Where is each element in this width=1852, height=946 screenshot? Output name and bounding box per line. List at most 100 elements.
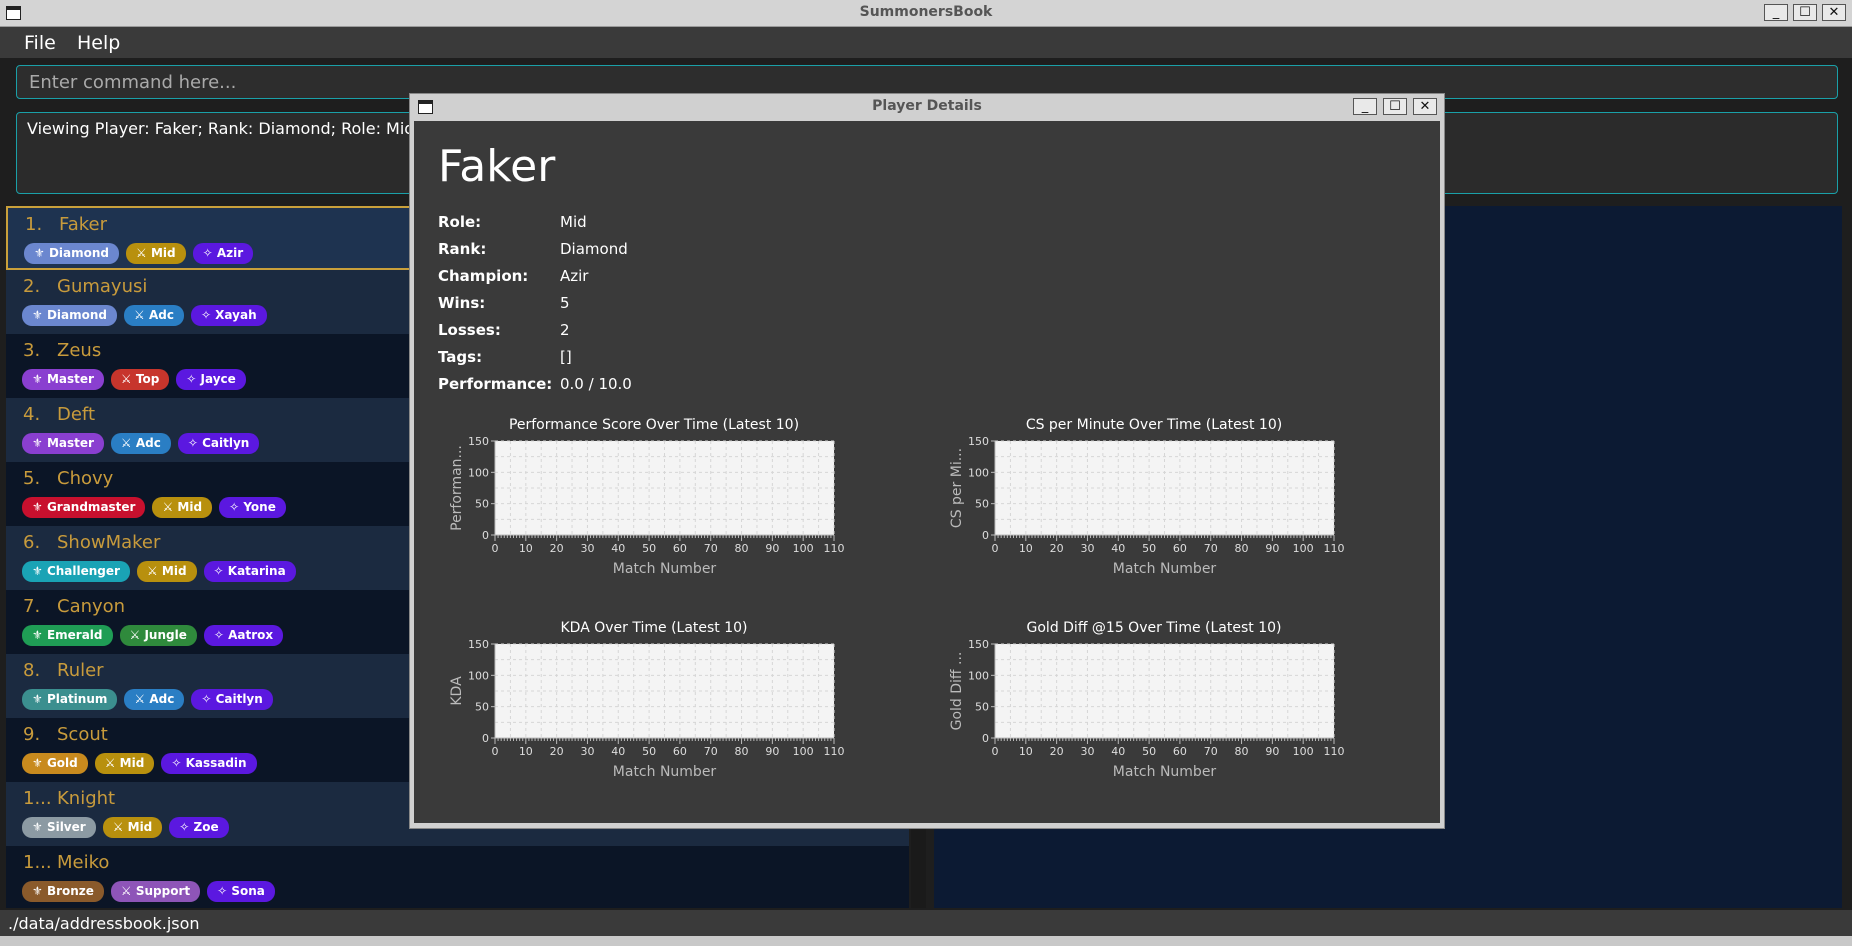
chart-plot: 0 10 20 30 40 50 60 70 80 90 100 110 0 50 100 150 Match … bbox=[949, 638, 1345, 780]
role-tag-label: Support bbox=[135, 884, 191, 898]
player-name: Scout bbox=[57, 724, 108, 745]
x-axis-label: Match Number bbox=[613, 561, 717, 577]
crossed-swords-icon: ⚔ bbox=[129, 628, 145, 642]
crossed-swords-icon: ⚔ bbox=[120, 436, 136, 450]
dialog-minimize-button[interactable]: _ bbox=[1353, 98, 1377, 115]
rank-tag: ⚜ Diamond bbox=[22, 305, 117, 326]
result-text: Viewing Player: Faker; Rank: Diamond; Ro… bbox=[27, 119, 447, 138]
player-card[interactable]: 1... Meiko ⚜ Bronze ⚔ Support ✧ Sona bbox=[6, 846, 909, 908]
x-tick-label: 50 bbox=[1142, 542, 1156, 555]
sparkle-icon: ✧ bbox=[200, 308, 216, 322]
dialog-close-button[interactable]: ✕ bbox=[1413, 98, 1437, 115]
chart-title: Performance Score Over Time (Latest 10) bbox=[508, 417, 800, 433]
role-tag-label: Adc bbox=[148, 308, 174, 322]
rank-tag: ⚜ Challenger bbox=[22, 561, 130, 582]
y-tick-label: 100 bbox=[468, 669, 489, 682]
player-tags: ⚜ Master ⚔ Top ✧ Jayce bbox=[22, 369, 246, 390]
fleur-de-lis-icon: ⚜ bbox=[32, 884, 47, 898]
crossed-swords-icon: ⚔ bbox=[134, 308, 149, 322]
crossed-swords-icon: ⚔ bbox=[112, 820, 128, 834]
field-value: 5 bbox=[560, 294, 570, 312]
champion-tag-label: Caitlyn bbox=[215, 692, 263, 706]
champion-tag: ✧ Caitlyn bbox=[177, 433, 260, 454]
y-tick-label: 150 bbox=[968, 638, 989, 651]
chart-plot: 0 10 20 30 40 50 60 70 80 90 100 110 0 50 100 150 Match … bbox=[449, 435, 845, 577]
x-tick-label: 100 bbox=[793, 542, 814, 555]
crossed-swords-icon: ⚔ bbox=[104, 756, 120, 770]
crossed-swords-icon: ⚔ bbox=[120, 884, 136, 898]
x-tick-label: 90 bbox=[1265, 745, 1279, 758]
player-card-title: 5. Chovy bbox=[23, 468, 113, 489]
champion-tag: ✧ Yone bbox=[219, 497, 286, 518]
y-tick-label: 0 bbox=[982, 529, 989, 542]
y-tick-label: 50 bbox=[475, 498, 489, 511]
role-tag: ⚔ Jungle bbox=[119, 625, 197, 646]
status-bar: ./data/addressbook.json bbox=[0, 910, 1852, 936]
fleur-de-lis-icon: ⚜ bbox=[32, 820, 47, 834]
x-tick-label: 50 bbox=[642, 745, 656, 758]
player-tags: ⚜ Platinum ⚔ Adc ✧ Caitlyn bbox=[22, 689, 273, 710]
x-tick-label: 10 bbox=[519, 745, 533, 758]
field-value: 0.0 / 10.0 bbox=[560, 375, 632, 393]
player-tags: ⚜ Gold ⚔ Mid ✧ Kassadin bbox=[22, 753, 257, 774]
player-name: Faker bbox=[59, 214, 107, 235]
player-tags: ⚜ Diamond ⚔ Mid ✧ Azir bbox=[24, 243, 254, 264]
chart-title: KDA Over Time (Latest 10) bbox=[560, 620, 748, 636]
rank-tag-label: Challenger bbox=[46, 564, 120, 578]
rank-tag-label: Master bbox=[46, 372, 94, 386]
minimize-button[interactable]: _ bbox=[1764, 4, 1788, 21]
player-card-title: 4. Deft bbox=[23, 404, 95, 425]
close-icon: ✕ bbox=[1419, 99, 1431, 114]
player-card-title: 8. Ruler bbox=[23, 660, 104, 681]
player-tags: ⚜ Master ⚔ Adc ✧ Caitlyn bbox=[22, 433, 260, 454]
rank-tag-label: Silver bbox=[46, 820, 86, 834]
x-tick-label: 30 bbox=[1080, 542, 1094, 555]
x-tick-label: 30 bbox=[580, 745, 594, 758]
champion-tag: ✧ Xayah bbox=[190, 305, 267, 326]
role-tag: ⚔ Mid bbox=[126, 243, 186, 264]
role-tag: ⚔ Mid bbox=[136, 561, 197, 582]
role-tag-label: Jungle bbox=[144, 628, 187, 642]
command-placeholder: Enter command here... bbox=[29, 72, 237, 93]
player-name: Meiko bbox=[57, 852, 110, 873]
champion-tag-label: Zoe bbox=[193, 820, 219, 834]
field-label: Rank: bbox=[438, 240, 487, 258]
champion-tag-label: Sona bbox=[231, 884, 265, 898]
field-value: 2 bbox=[560, 321, 570, 339]
champion-tag-label: Aatrox bbox=[228, 628, 274, 642]
x-axis-label: Match Number bbox=[1113, 764, 1217, 780]
sparkle-icon: ✧ bbox=[213, 628, 229, 642]
field-label: Wins: bbox=[438, 294, 486, 312]
x-tick-label: 80 bbox=[1235, 745, 1249, 758]
player-name: ShowMaker bbox=[57, 532, 161, 553]
minimize-icon: _ bbox=[1772, 5, 1780, 20]
x-tick-label: 110 bbox=[824, 542, 845, 555]
fleur-de-lis-icon: ⚜ bbox=[32, 500, 47, 514]
champion-tag-label: Kassadin bbox=[185, 756, 247, 770]
role-tag: ⚔ Support bbox=[110, 881, 201, 902]
close-icon: ✕ bbox=[1828, 5, 1840, 20]
chart-3: KDA Over Time (Latest 10) 0 10 20 30 40 50 60 70… bbox=[434, 620, 874, 800]
player-tags: ⚜ Bronze ⚔ Support ✧ Sona bbox=[22, 881, 275, 902]
x-tick-label: 90 bbox=[765, 542, 779, 555]
sparkle-icon: ✧ bbox=[202, 246, 217, 260]
fleur-de-lis-icon: ⚜ bbox=[32, 372, 47, 386]
player-name: Knight bbox=[57, 788, 116, 809]
y-tick-label: 100 bbox=[968, 669, 989, 682]
x-tick-label: 0 bbox=[992, 745, 999, 758]
player-index: 7. bbox=[23, 596, 41, 617]
role-tag: ⚔ Mid bbox=[152, 497, 213, 518]
x-tick-label: 100 bbox=[1293, 745, 1314, 758]
minimize-icon: _ bbox=[1361, 99, 1369, 114]
x-tick-label: 40 bbox=[611, 542, 625, 555]
menu-help[interactable]: Help bbox=[77, 32, 120, 54]
dialog-maximize-button[interactable]: ☐ bbox=[1383, 98, 1407, 115]
maximize-button[interactable]: ☐ bbox=[1793, 4, 1817, 21]
player-index: 2. bbox=[23, 276, 41, 297]
menu-file[interactable]: File bbox=[24, 32, 56, 54]
close-button[interactable]: ✕ bbox=[1822, 4, 1846, 21]
rank-tag: ⚜ Silver bbox=[22, 817, 96, 838]
x-tick-label: 90 bbox=[765, 745, 779, 758]
role-tag-label: Mid bbox=[119, 756, 145, 770]
x-tick-label: 0 bbox=[492, 542, 499, 555]
